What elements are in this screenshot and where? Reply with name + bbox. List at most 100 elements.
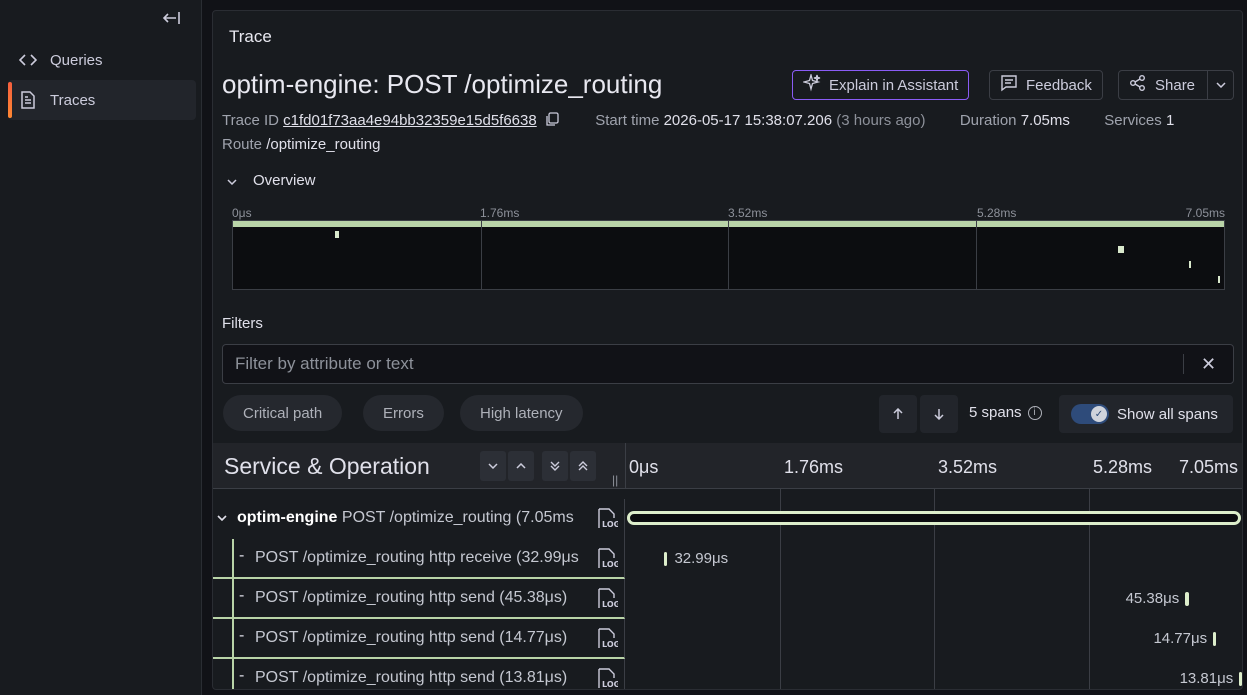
timeline-tick: 3.52ms <box>938 457 998 477</box>
close-icon[interactable]: ✕ <box>1183 354 1233 374</box>
span-name-cell[interactable]: - POST /optimize_routing http send (45.3… <box>213 579 625 619</box>
start-time-label: Start time <box>595 112 660 129</box>
service-name: optim-engine <box>237 509 338 526</box>
column-title: Service & Operation <box>224 453 430 479</box>
svg-text:LOG: LOG <box>602 520 618 529</box>
table-row[interactable]: - POST /optimize_routing http receive (3… <box>213 539 1242 579</box>
span-bar[interactable] <box>1213 632 1217 646</box>
sidebar-item-traces[interactable]: Traces <box>8 80 196 120</box>
share-icon <box>1129 74 1147 96</box>
trace-minimap[interactable]: 0μs 1.76ms 3.52ms 5.28ms 7.05ms <box>232 206 1225 296</box>
operation-name: POST /optimize_routing http send (13.81μ… <box>255 669 568 686</box>
explain-in-assistant-label: Explain in Assistant <box>829 76 959 94</box>
minimap-span <box>335 231 339 238</box>
leaf-marker: - <box>239 587 245 604</box>
minimap-canvas[interactable] <box>232 220 1225 290</box>
span-bar[interactable] <box>627 511 1241 525</box>
table-row[interactable]: - POST /optimize_routing http send (45.3… <box>213 579 1242 619</box>
span-name-cell[interactable]: - POST /optimize_routing http send (13.8… <box>213 659 625 689</box>
chip-errors[interactable]: Errors <box>363 395 444 431</box>
timeline-tick: 0μs <box>629 457 659 477</box>
svg-text:LOG: LOG <box>602 680 618 689</box>
timeline-tick: 7.05ms <box>1179 457 1239 477</box>
start-time-value: 2026-05-17 15:38:07.206 <box>663 112 833 129</box>
span-count: 5 spans i <box>969 404 1042 421</box>
span-count-label: 5 spans <box>969 404 1022 421</box>
filter-input[interactable] <box>223 345 1183 383</box>
collapse-one-icon[interactable] <box>480 451 506 481</box>
indent-guide <box>232 579 234 619</box>
minimap-gridline <box>481 221 482 289</box>
chevron-down-icon[interactable] <box>217 510 227 524</box>
log-icon[interactable]: LOG <box>596 628 620 650</box>
comment-icon <box>1000 74 1018 96</box>
chevron-down-icon <box>227 172 237 189</box>
svg-text:LOG: LOG <box>602 560 618 569</box>
arrow-down-icon[interactable] <box>920 395 958 433</box>
sidebar-item-queries[interactable]: Queries <box>8 40 196 80</box>
sidebar-item-label: Traces <box>50 91 96 109</box>
span-table: Service & Operation || 0μs 1.76ms 3.52ms… <box>213 443 1242 689</box>
check-icon: ✓ <box>1091 406 1107 422</box>
chip-critical-path[interactable]: Critical path <box>223 395 343 431</box>
arrow-up-icon[interactable] <box>879 395 917 433</box>
minimap-gridline <box>728 221 729 289</box>
overview-toggle[interactable]: Overview <box>227 172 316 189</box>
explain-in-assistant-button[interactable]: Explain in Assistant <box>792 70 970 100</box>
expand-all-icon[interactable] <box>570 451 596 481</box>
show-all-spans-toggle[interactable]: ✓ Show all spans <box>1059 395 1233 433</box>
indent-guide <box>232 659 234 689</box>
route-label: Route <box>222 136 263 153</box>
document-icon <box>18 90 38 110</box>
log-icon[interactable]: LOG <box>596 548 620 570</box>
span-duration-label: 13.81μs <box>1179 670 1234 687</box>
span-name-cell[interactable]: - POST /optimize_routing http send (14.7… <box>213 619 625 659</box>
span-bar[interactable] <box>1239 672 1242 686</box>
share-button[interactable]: Share <box>1118 70 1234 100</box>
panel-title: Trace <box>229 27 272 46</box>
minimap-span <box>1218 276 1220 283</box>
toggle-switch[interactable]: ✓ <box>1071 404 1109 424</box>
chevron-down-icon[interactable] <box>1207 71 1233 99</box>
leaf-marker: - <box>239 627 245 644</box>
services-label: Services <box>1104 112 1162 129</box>
timeline-tick: 1.76ms <box>784 457 844 477</box>
filters-label: Filters <box>222 315 263 332</box>
duration-value: 7.05ms <box>1020 112 1070 129</box>
minimap-tick: 3.52ms <box>728 206 768 220</box>
chip-high-latency[interactable]: High latency <box>460 395 583 431</box>
table-row[interactable]: - POST /optimize_routing http send (14.7… <box>213 619 1242 659</box>
minimap-gridline <box>976 221 977 289</box>
share-label: Share <box>1155 76 1196 94</box>
collapse-all-icon[interactable] <box>542 451 568 481</box>
span-label: optim-engine POST /optimize_routing (7.0… <box>237 509 574 527</box>
operation-name: POST /optimize_routing http send (45.38μ… <box>255 589 568 606</box>
column-resizer[interactable]: || <box>612 473 618 487</box>
services-value: 1 <box>1165 112 1175 129</box>
table-row[interactable]: - POST /optimize_routing http send (13.8… <box>213 659 1242 689</box>
info-icon[interactable]: i <box>1027 405 1042 420</box>
indent-guide <box>232 539 234 579</box>
minimap-span <box>1118 246 1124 253</box>
span-name-cell[interactable]: optim-engine POST /optimize_routing (7.0… <box>213 499 625 539</box>
minimap-tick: 1.76ms <box>480 206 520 220</box>
trace-meta: Trace ID c1fd01f73aa4e94bb32359e15d5f663… <box>222 112 1174 132</box>
span-bar[interactable] <box>1185 592 1190 606</box>
copy-icon[interactable] <box>545 112 559 131</box>
log-icon[interactable]: LOG <box>596 588 620 610</box>
log-icon[interactable]: LOG <box>596 508 620 530</box>
operation-name: POST /optimize_routing http receive (32.… <box>255 549 579 566</box>
operation-name: POST /optimize_routing http send (14.77μ… <box>255 629 568 646</box>
expand-one-icon[interactable] <box>508 451 534 481</box>
span-name-cell[interactable]: - POST /optimize_routing http receive (3… <box>213 539 625 579</box>
operation-name: POST /optimize_routing (7.05ms <box>341 509 574 526</box>
minimap-tick: 7.05ms <box>1185 206 1225 220</box>
log-icon[interactable]: LOG <box>596 668 620 689</box>
table-row[interactable]: optim-engine POST /optimize_routing (7.0… <box>213 499 1242 539</box>
span-duration-label: 45.38μs <box>1125 590 1180 607</box>
filter-field: ✕ <box>222 344 1234 384</box>
feedback-button[interactable]: Feedback <box>989 70 1103 100</box>
span-bar[interactable] <box>664 552 668 566</box>
collapse-left-icon[interactable] <box>160 10 184 30</box>
trace-id-value[interactable]: c1fd01f73aa4e94bb32359e15d5f6638 <box>283 112 537 129</box>
